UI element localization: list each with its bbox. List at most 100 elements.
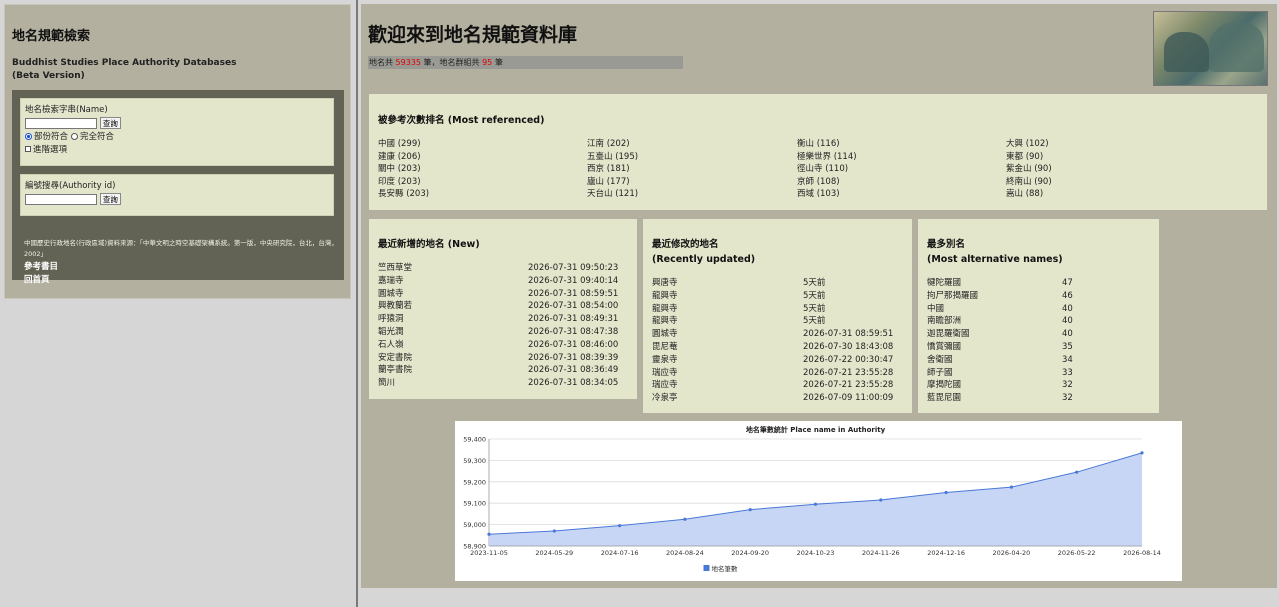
most-alt-names-title-line1: 最多別名 — [927, 239, 966, 250]
place-name-link[interactable]: 犍陀羅國 — [927, 278, 961, 288]
data-point — [879, 498, 883, 502]
place-name-link[interactable]: 石人嶺 — [378, 340, 404, 350]
recent-new-row: 嘉瑞寺 2026-07-31 09:40:14 — [378, 275, 618, 288]
place-name-link[interactable]: 簡川 — [378, 378, 395, 388]
most-alt-row: 藍毘尼園 32 — [927, 392, 1073, 405]
place-name-link[interactable]: 蘭亭書院 — [378, 365, 412, 375]
alt-name-count: 40 — [1062, 303, 1073, 314]
most-alt-names-title-line2: (Most alternative names) — [927, 254, 1063, 265]
ref-column: 大興 (102) 東都 (90) 紫金山 (90) 終南山 (90) 嵩山 (8… — [1006, 138, 1052, 201]
place-name-link[interactable]: 呼猿洞 — [378, 314, 404, 324]
ref-item[interactable]: 西域 (103) — [797, 188, 857, 201]
references-link[interactable]: 參考書目 — [24, 260, 58, 272]
exact-match-radio[interactable] — [71, 132, 79, 140]
ref-item[interactable]: 江南 (202) — [587, 138, 638, 151]
series-area — [489, 452, 1142, 546]
x-tick-label: 2024-05-29 — [535, 549, 573, 557]
place-name-link[interactable]: 毘尼菴 — [652, 342, 678, 352]
advanced-options-checkbox[interactable] — [25, 146, 31, 152]
alt-name-count: 33 — [1062, 367, 1073, 378]
main-frame: 歡迎來到地名規範資料庫 地名共 59335 筆，地名群組共 95 筆 被參考次數… — [361, 4, 1277, 588]
place-name-link[interactable]: 瑞应寺 — [652, 380, 678, 390]
frame-divider[interactable] — [356, 0, 358, 607]
ref-item[interactable]: 衡山 (116) — [797, 138, 857, 151]
ref-item[interactable]: 廬山 (177) — [587, 176, 638, 189]
name-search-button[interactable]: 查詢 — [99, 117, 121, 129]
id-search-button[interactable]: 查詢 — [99, 193, 121, 205]
place-name-link[interactable]: 圓城寺 — [652, 329, 678, 339]
alt-name-count: 34 — [1062, 354, 1073, 365]
recent-new-row: 石人嶺 2026-07-31 08:46:00 — [378, 339, 618, 352]
most-alt-row: 南瞻部洲 40 — [927, 315, 1073, 328]
legend-label: 地名筆數 — [712, 564, 739, 573]
partial-match-radio[interactable] — [25, 132, 32, 140]
place-name-link[interactable]: 嘉瑞寺 — [378, 276, 404, 286]
place-name-link[interactable]: 龍興寺 — [652, 316, 678, 326]
most-alt-names-list: 犍陀羅國 47 拘尸那揭羅國 46 中國 40 南瞻部洲 40 迦毘羅衛國 40 憍賞彌國 35 舍衛國… — [927, 277, 1073, 405]
group-count: 95 — [482, 58, 493, 67]
ref-item[interactable]: 印度 (203) — [378, 176, 429, 189]
ref-item[interactable]: 嵩山 (88) — [1006, 188, 1052, 201]
home-link[interactable]: 回首頁 — [24, 273, 50, 285]
ref-item[interactable]: 關中 (203) — [378, 163, 429, 176]
ref-item[interactable]: 東都 (90) — [1006, 151, 1052, 164]
timestamp: 2026-07-31 08:59:51 — [528, 288, 619, 299]
ref-item[interactable]: 建康 (206) — [378, 151, 429, 164]
place-name-link[interactable]: 師子國 — [927, 368, 953, 378]
legend-swatch — [703, 565, 710, 571]
alt-name-count: 40 — [1062, 316, 1073, 327]
place-name-link[interactable]: 安定書院 — [378, 353, 412, 363]
place-name-link[interactable]: 拘尸那揭羅國 — [927, 291, 978, 301]
most-alt-row: 師子國 33 — [927, 367, 1073, 380]
place-name-link[interactable]: 興教蘭若 — [378, 301, 412, 311]
place-name-link[interactable]: 冷泉亭 — [652, 393, 678, 403]
alt-name-count: 46 — [1062, 290, 1073, 301]
place-name-link[interactable]: 韜光澗 — [378, 327, 404, 337]
ref-item[interactable]: 紫金山 (90) — [1006, 163, 1052, 176]
timestamp: 5天前 — [803, 278, 826, 288]
timestamp: 2026-07-31 08:49:31 — [528, 314, 619, 325]
place-name-link[interactable]: 竺西草堂 — [378, 263, 412, 273]
ref-item[interactable]: 極樂世界 (114) — [797, 151, 857, 164]
data-point — [748, 508, 752, 512]
place-name-link[interactable]: 興唐寺 — [652, 278, 678, 288]
timestamp: 2026-07-31 08:36:49 — [528, 365, 619, 376]
place-name-link[interactable]: 舍衛國 — [927, 355, 953, 365]
recent-new-row: 韜光澗 2026-07-31 08:47:38 — [378, 326, 618, 339]
id-search-input[interactable] — [25, 193, 97, 205]
x-tick-label: 2024-08-24 — [666, 549, 704, 557]
place-name-link[interactable]: 龍興寺 — [652, 304, 678, 314]
ref-item[interactable]: 徑山寺 (110) — [797, 163, 857, 176]
name-search-input[interactable] — [25, 117, 97, 129]
timestamp: 2026-07-31 09:40:14 — [528, 275, 619, 286]
ref-item[interactable]: 京師 (108) — [797, 176, 857, 189]
ref-item[interactable]: 大興 (102) — [1006, 138, 1052, 151]
place-name-link[interactable]: 龍興寺 — [652, 291, 678, 301]
ref-item[interactable]: 長安縣 (203) — [378, 188, 429, 201]
ref-item[interactable]: 天台山 (121) — [587, 188, 638, 201]
most-alt-row: 憍賞彌國 35 — [927, 341, 1073, 354]
place-count-chart: 地名筆數統計 Place name in Authority 58,900 59,0… — [455, 421, 1182, 581]
place-name-link[interactable]: 摩揭陀國 — [927, 380, 961, 390]
timestamp: 5天前 — [803, 290, 826, 301]
place-name-link[interactable]: 南瞻部洲 — [927, 316, 961, 326]
place-name-link[interactable]: 憍賞彌國 — [927, 342, 961, 352]
most-alt-row: 迦毘羅衛國 40 — [927, 328, 1073, 341]
data-point — [1140, 451, 1144, 455]
most-alt-row: 犍陀羅國 47 — [927, 277, 1073, 290]
ref-item[interactable]: 五臺山 (195) — [587, 151, 638, 164]
place-name-link[interactable]: 靈泉寺 — [652, 355, 678, 365]
place-name-link[interactable]: 中國 — [927, 304, 944, 314]
chart-svg: 地名筆數統計 Place name in Authority58,90059,0… — [463, 425, 1161, 573]
most-alt-names-panel: 最多別名 (Most alternative names) 犍陀羅國 47 拘尸那揭… — [918, 219, 1159, 413]
place-name-link[interactable]: 瑞应寺 — [652, 368, 678, 378]
ref-item[interactable]: 西京 (181) — [587, 163, 638, 176]
place-name-link[interactable]: 迦毘羅衛國 — [927, 329, 970, 339]
recent-updated-panel: 最近修改的地名 (Recently updated) 興唐寺 5天前 龍興寺 5天前龍… — [643, 219, 912, 413]
place-name-link[interactable]: 藍毘尼園 — [927, 393, 961, 403]
recent-new-title: 最近新增的地名 (New) — [378, 239, 480, 250]
x-tick-label: 2024-10-23 — [797, 549, 835, 557]
place-name-link[interactable]: 圓城寺 — [378, 289, 404, 299]
ref-item[interactable]: 終南山 (90) — [1006, 176, 1052, 189]
ref-item[interactable]: 中國 (299) — [378, 138, 429, 151]
